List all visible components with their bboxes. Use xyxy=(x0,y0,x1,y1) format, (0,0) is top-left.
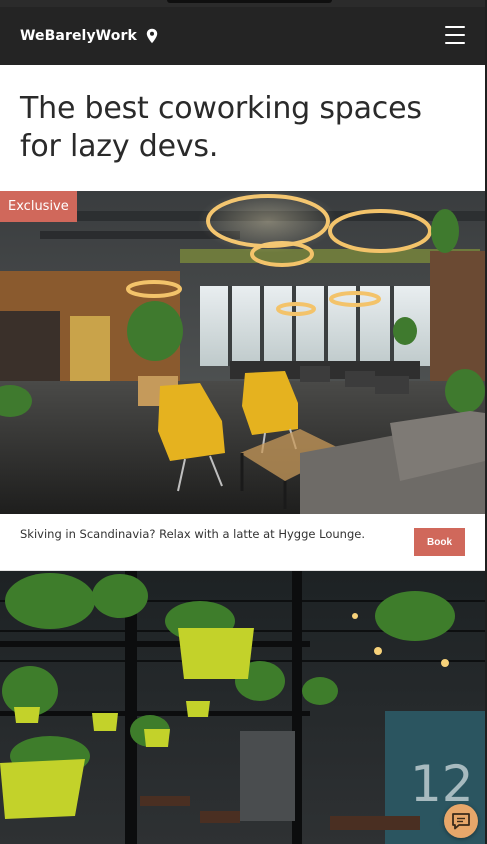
book-button[interactable]: Book xyxy=(414,528,465,556)
navbar: WeBarelyWork xyxy=(0,7,485,65)
brand-logo[interactable]: WeBarelyWork xyxy=(20,28,137,44)
exclusive-badge: Exclusive xyxy=(0,191,77,222)
card-caption: Skiving in Scandinavia? Relax with a lat… xyxy=(20,527,365,541)
card-image-lounge[interactable] xyxy=(0,191,485,514)
map-pin-icon xyxy=(146,28,158,44)
page-title: The best coworking spaces for lazy devs. xyxy=(20,91,422,164)
card-image-greenhouse[interactable]: 12 xyxy=(0,571,485,844)
app-page: WeBarelyWork The best coworking spaces f… xyxy=(0,0,485,844)
hamburger-menu-icon[interactable] xyxy=(445,26,465,44)
top-sliver xyxy=(0,0,485,7)
chat-bubble-icon[interactable] xyxy=(444,804,478,838)
card-caption-row: Skiving in Scandinavia? Relax with a lat… xyxy=(0,514,485,571)
